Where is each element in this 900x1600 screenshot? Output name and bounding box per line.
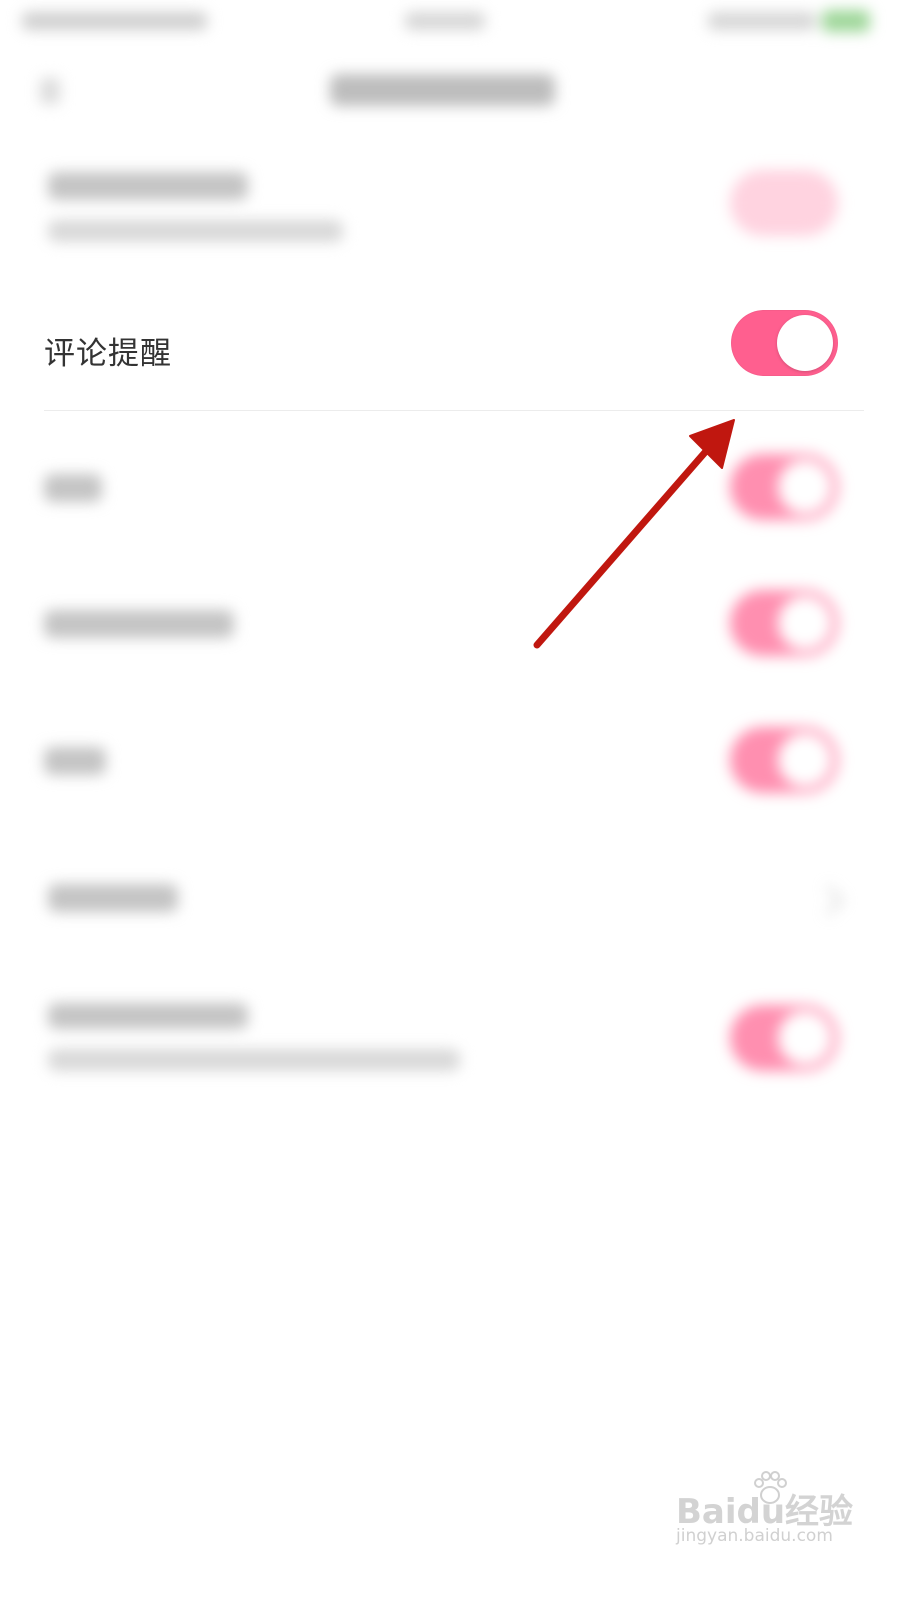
- status-carrier: [22, 12, 207, 30]
- toggle-switch[interactable]: [730, 727, 838, 793]
- status-bar: [0, 0, 900, 48]
- setting-row-comment-reminder[interactable]: 评论提醒: [0, 290, 900, 412]
- divider: [44, 410, 864, 411]
- chevron-right-icon: [813, 885, 844, 916]
- setting-row-subtitle: [48, 1049, 460, 1071]
- setting-row[interactable]: [0, 578, 900, 678]
- setting-row-title: [44, 747, 106, 775]
- watermark-url: jingyan.baidu.com: [676, 1526, 833, 1546]
- setting-row[interactable]: [0, 150, 900, 280]
- status-time: [405, 12, 485, 30]
- toggle-knob: [778, 460, 832, 514]
- back-icon[interactable]: [40, 78, 60, 104]
- status-indicators: [708, 12, 816, 30]
- toggle-knob: [778, 733, 832, 787]
- battery-icon: [822, 10, 870, 32]
- comment-reminder-label: 评论提醒: [44, 336, 172, 372]
- toggle-switch[interactable]: [730, 454, 838, 520]
- toggle-knob: [777, 315, 833, 371]
- setting-row-title: [44, 610, 234, 638]
- comment-reminder-toggle[interactable]: [731, 310, 838, 376]
- toggle-knob: [778, 596, 832, 650]
- toggle-switch[interactable]: [730, 590, 838, 656]
- toggle-knob: [778, 1011, 832, 1065]
- setting-row[interactable]: [0, 985, 900, 1105]
- setting-row-subtitle: [48, 220, 343, 242]
- nav-bar: [0, 50, 900, 140]
- setting-row[interactable]: [0, 850, 900, 950]
- setting-row[interactable]: [0, 440, 900, 540]
- watermark: Baidu经验 jingyan.baidu.com: [676, 1468, 886, 1558]
- page-title: [330, 74, 555, 106]
- setting-row[interactable]: [0, 715, 900, 815]
- toggle-switch[interactable]: [730, 1005, 838, 1071]
- setting-row-title: [44, 474, 102, 502]
- toggle-switch[interactable]: [730, 170, 838, 236]
- setting-row-title: [48, 172, 248, 200]
- setting-row-title: [48, 884, 178, 912]
- setting-row-title: [48, 1003, 248, 1029]
